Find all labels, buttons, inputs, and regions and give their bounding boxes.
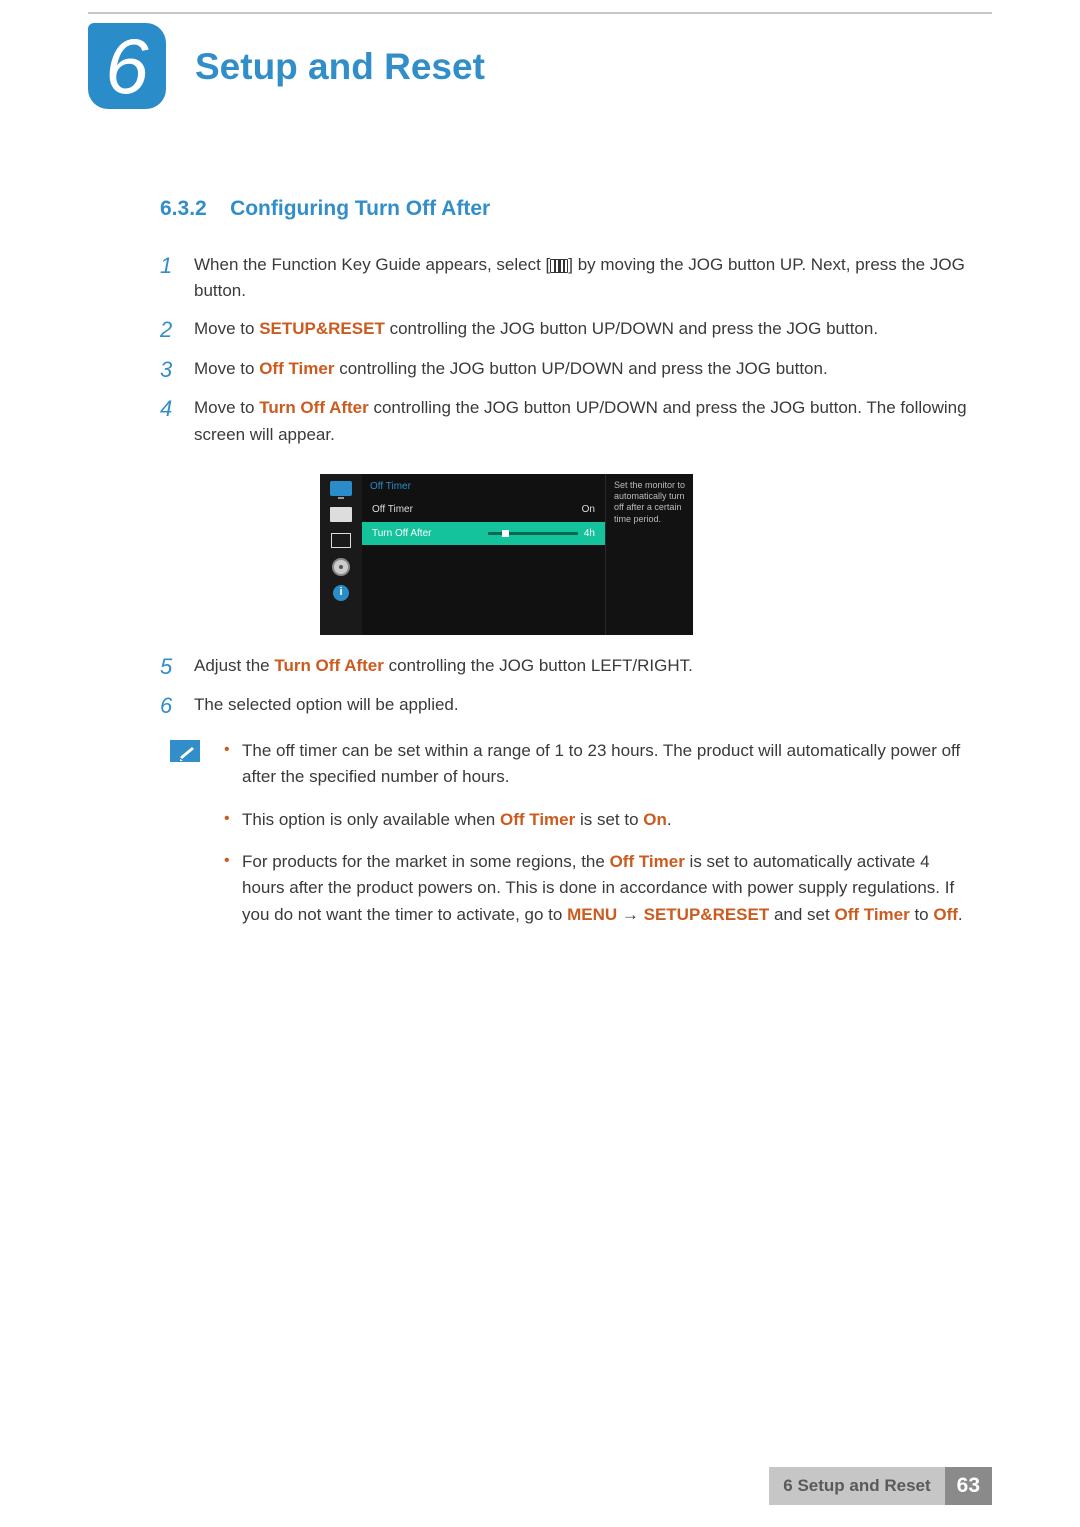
page-footer: 6 Setup and Reset 63 [769, 1467, 992, 1505]
step-text: Adjust the Turn Off After controlling th… [194, 653, 975, 681]
step-4: 4 Move to Turn Off After controlling the… [160, 395, 975, 448]
page-content: 6.3.2 Configuring Turn Off After 1 When … [160, 193, 975, 944]
osd-panel: i Off Timer Off Timer On Turn Off After … [320, 474, 693, 635]
section-heading: 6.3.2 Configuring Turn Off After [160, 193, 975, 226]
note-icon [170, 740, 200, 762]
picture-icon [330, 506, 352, 524]
osd-row-label: Turn Off After [372, 526, 431, 542]
osd-screenshot: i Off Timer Off Timer On Turn Off After … [320, 474, 975, 635]
step-text: Move to Turn Off After controlling the J… [194, 395, 975, 448]
chapter-tab: 6 [88, 23, 166, 109]
note-item: For products for the market in some regi… [224, 849, 975, 928]
footer-chapter-label: 6 Setup and Reset [769, 1467, 944, 1505]
step-6: 6 The selected option will be applied. [160, 692, 975, 720]
note-item: This option is only available when Off T… [224, 807, 975, 833]
step-text: Move to Off Timer controlling the JOG bu… [194, 356, 975, 384]
note-item: The off timer can be set within a range … [224, 738, 975, 791]
step-2: 2 Move to SETUP&RESET controlling the JO… [160, 316, 975, 344]
header-rule [88, 12, 992, 14]
step-3: 3 Move to Off Timer controlling the JOG … [160, 356, 975, 384]
section-number: 6.3.2 [160, 197, 207, 220]
step-number: 3 [160, 356, 194, 384]
osd-main: Off Timer Off Timer On Turn Off After 4h [362, 474, 605, 635]
step-1: 1 When the Function Key Guide appears, s… [160, 252, 975, 305]
chapter-title: Setup and Reset [195, 38, 485, 95]
monitor-icon [330, 480, 352, 498]
osd-slider [488, 532, 578, 535]
step-list-cont: 5 Adjust the Turn Off After controlling … [160, 653, 975, 720]
osd-header: Off Timer [362, 474, 605, 499]
step-text: When the Function Key Guide appears, sel… [194, 252, 975, 305]
menu-icon [550, 259, 568, 273]
osd-row-value: 4h [584, 526, 595, 542]
footer-page-number: 63 [945, 1467, 992, 1505]
step-number: 6 [160, 692, 194, 720]
section-title: Configuring Turn Off After [230, 197, 490, 220]
step-list: 1 When the Function Key Guide appears, s… [160, 252, 975, 448]
chapter-number: 6 [105, 27, 148, 105]
osd-row-turn-off-after: Turn Off After 4h [362, 522, 605, 546]
step-text: The selected option will be applied. [194, 692, 975, 720]
note-list: The off timer can be set within a range … [224, 738, 975, 944]
osd-hint: Set the monitor to automatically turn of… [605, 474, 693, 635]
settings-icon [330, 558, 352, 576]
step-number: 4 [160, 395, 194, 448]
step-number: 1 [160, 252, 194, 305]
resize-icon [330, 532, 352, 550]
osd-row-label: Off Timer [372, 502, 413, 518]
note-block: The off timer can be set within a range … [160, 738, 975, 944]
step-5: 5 Adjust the Turn Off After controlling … [160, 653, 975, 681]
osd-row-value: On [582, 502, 595, 518]
step-number: 2 [160, 316, 194, 344]
osd-row-off-timer: Off Timer On [362, 498, 605, 522]
step-text: Move to SETUP&RESET controlling the JOG … [194, 316, 975, 344]
info-icon: i [330, 584, 352, 602]
osd-sidebar: i [320, 474, 362, 635]
step-number: 5 [160, 653, 194, 681]
